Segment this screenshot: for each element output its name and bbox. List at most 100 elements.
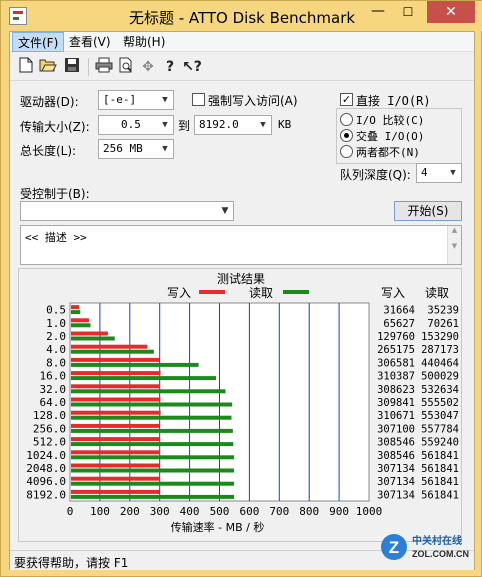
x-tick-label: 900	[329, 505, 349, 518]
bar-read	[71, 468, 235, 473]
bar-read	[71, 442, 234, 447]
start-button[interactable]: 开始(S)	[394, 201, 462, 221]
menu-bar: 文件(F) 查看(V) 帮助(H)	[10, 32, 474, 52]
legend-write-label: 写入	[167, 286, 191, 300]
total-length-label: 总长度(L):	[20, 144, 77, 158]
controlled-by-select[interactable]: ▼	[20, 201, 234, 221]
value-write: 308546	[377, 437, 415, 449]
y-tick-label: 4.0	[46, 343, 66, 356]
column-write-header: 写入	[381, 286, 405, 300]
watermark-site: ZOL.COM.CN	[412, 549, 469, 559]
y-tick-label: 512.0	[33, 436, 66, 449]
value-write: 265175	[377, 344, 415, 356]
x-tick-label: 0	[67, 505, 74, 518]
value-write: 31664	[383, 305, 415, 317]
x-tick-label: 300	[150, 505, 170, 518]
value-write: 308546	[377, 450, 415, 462]
print-preview-icon[interactable]	[116, 57, 136, 77]
value-read: 440464	[421, 357, 459, 369]
value-write: 307134	[377, 463, 415, 475]
menu-help[interactable]: 帮助(H)	[118, 32, 170, 52]
bar-read	[71, 362, 199, 367]
value-read: 70261	[427, 318, 459, 330]
status-text: 要获得帮助，请按 F1	[14, 556, 129, 570]
io-comparison-radio[interactable]	[340, 113, 353, 126]
overlapped-io-label: 交叠 I/O(O)	[356, 130, 425, 143]
x-tick-label: 400	[180, 505, 200, 518]
value-read: 561841	[421, 476, 459, 488]
value-read: 553047	[421, 410, 459, 422]
bar-write	[71, 318, 90, 323]
y-tick-label: 2.0	[46, 330, 66, 343]
chart-title: 测试结果	[217, 271, 265, 286]
bar-write	[71, 450, 161, 455]
direct-io-checkbox[interactable]: ✓	[340, 93, 353, 106]
help-icon[interactable]: ?	[160, 57, 180, 77]
neither-radio[interactable]	[340, 145, 353, 158]
bar-read	[71, 349, 154, 354]
bar-read	[71, 428, 233, 433]
chevron-down-icon: ▼	[221, 206, 229, 216]
y-tick-label: 32.0	[40, 383, 67, 396]
value-write: 307100	[377, 423, 415, 435]
column-read-header: 读取	[425, 286, 449, 300]
x-tick-label: 500	[210, 505, 230, 518]
bar-read	[71, 336, 115, 341]
transfer-to-select[interactable]: 8192.0 ▼	[194, 115, 272, 135]
new-icon[interactable]	[16, 57, 36, 77]
legend-read-swatch	[283, 290, 309, 294]
y-tick-label: 8.0	[46, 356, 66, 369]
context-help-icon[interactable]: ↖?	[182, 57, 202, 77]
y-tick-label: 256.0	[33, 422, 66, 435]
drive-value: [-e-]	[103, 93, 137, 106]
menu-file[interactable]: 文件(F)	[12, 32, 65, 52]
transfer-from-value: 0.5	[121, 118, 141, 131]
kb-label: KB	[278, 118, 292, 131]
value-read: 561841	[421, 463, 459, 475]
x-tick-label: 800	[299, 505, 319, 518]
description-text: << 描述 >>	[25, 231, 87, 244]
queue-depth-select[interactable]: 4 ▼	[416, 163, 462, 183]
description-textbox[interactable]: << 描述 >> ▲ ▼	[20, 225, 462, 265]
y-tick-label: 0.5	[46, 304, 66, 317]
value-read: 532634	[421, 384, 459, 396]
results-panel: 测试结果 写入 读取 写入 读取 0 100 200 300 400 500 600 700 800 900…	[18, 268, 462, 542]
bar-read	[71, 389, 226, 394]
legend-write-swatch	[199, 290, 225, 294]
menu-view[interactable]: 查看(V)	[64, 32, 116, 52]
y-tick-label: 128.0	[33, 409, 66, 422]
chevron-down-icon: ▼	[162, 120, 168, 130]
minimize-button[interactable]: —	[363, 1, 393, 23]
drive-select[interactable]: [-e-] ▼	[98, 90, 174, 110]
y-tick-label: 16.0	[40, 370, 67, 383]
overlapped-io-radio[interactable]	[340, 129, 353, 142]
value-write: 307134	[377, 489, 415, 501]
force-write-checkbox[interactable]	[192, 93, 205, 106]
bar-write	[71, 476, 160, 481]
watermark-brand: 中关村在线	[412, 534, 462, 547]
description-scrollbar[interactable]: ▲ ▼	[447, 226, 461, 264]
value-read: 557784	[421, 423, 459, 435]
force-write-label: 强制写入访问(A)	[208, 94, 298, 108]
move-icon[interactable]: ✥	[138, 57, 158, 77]
watermark-letter: Z	[389, 538, 399, 557]
results-chart: 测试结果写入 读取 写入 读取 0 100 200 300 400 500 600 700 800 900…	[26, 271, 459, 534]
queue-depth-value: 4	[421, 166, 428, 179]
bar-read	[71, 481, 235, 486]
y-tick-label: 2048.0	[26, 462, 66, 475]
print-icon[interactable]	[94, 57, 114, 77]
open-icon[interactable]	[38, 57, 58, 77]
maximize-button[interactable]: ☐	[393, 1, 423, 23]
bar-read	[71, 455, 235, 460]
legend-read-label: 读取	[249, 286, 273, 300]
total-length-select[interactable]: 256 MB ▼	[98, 139, 174, 159]
x-tick-label: 700	[269, 505, 289, 518]
bar-write	[71, 423, 160, 428]
transfer-from-select[interactable]: 0.5 ▼	[98, 115, 174, 135]
save-icon[interactable]	[62, 57, 82, 77]
y-tick-label: 1.0	[46, 317, 66, 330]
close-button[interactable]: ✕	[427, 1, 475, 23]
controlled-by-label: 受控制于(B):	[20, 187, 90, 201]
title-bar: 无标题 - ATTO Disk Benchmark — ☐ ✕	[1, 1, 482, 31]
value-read: 500029	[421, 371, 459, 383]
